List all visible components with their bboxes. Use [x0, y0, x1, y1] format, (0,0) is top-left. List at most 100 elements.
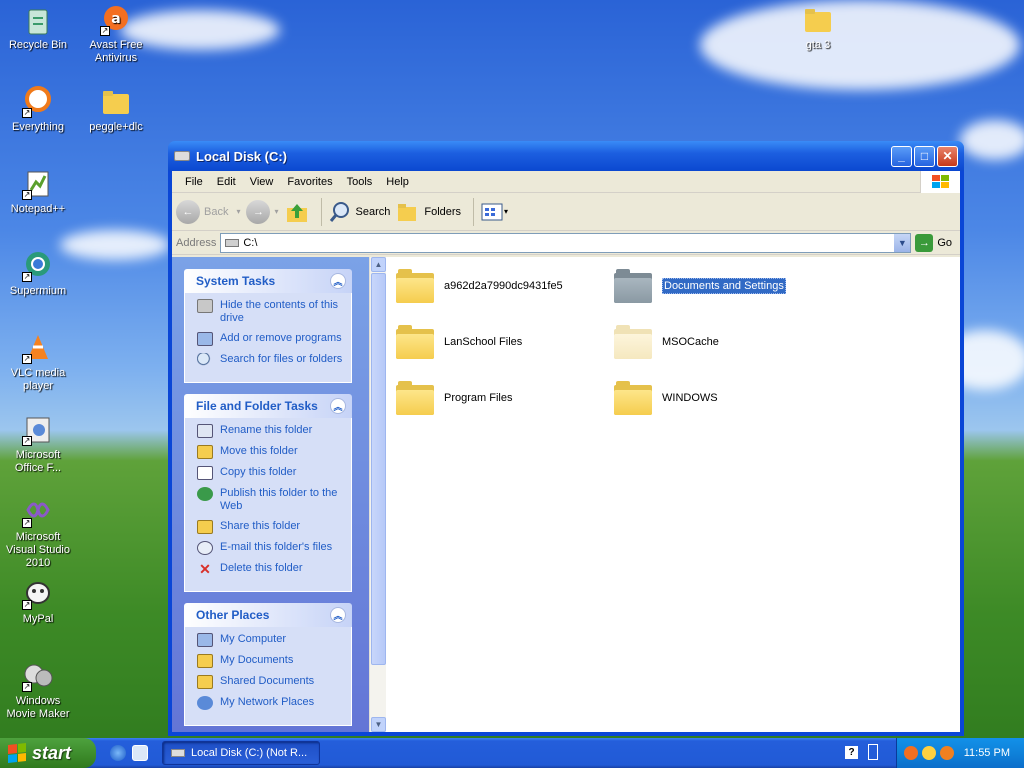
- desktop-icon-visual-studio[interactable]: ↗ Microsoft Visual Studio 2010: [0, 496, 76, 570]
- task-email-files[interactable]: E-mail this folder's files: [197, 541, 343, 555]
- place-my-computer[interactable]: My Computer: [197, 633, 343, 647]
- menu-help[interactable]: Help: [379, 176, 416, 188]
- go-arrow-icon: →: [915, 233, 934, 252]
- task-copy-folder[interactable]: Copy this folder: [197, 466, 343, 480]
- desktop-icon-peggle[interactable]: peggle+dlc: [78, 86, 154, 134]
- task-publish-web[interactable]: Publish this folder to the Web: [197, 487, 343, 513]
- clock[interactable]: 11:55 PM: [964, 747, 1010, 759]
- back-button[interactable]: ← Back ▾: [176, 199, 240, 224]
- collapse-icon[interactable]: ︽: [330, 398, 346, 414]
- everything-icon: ↗: [22, 86, 54, 118]
- folder-icon: [396, 325, 434, 359]
- shortcut-arrow-icon: ↗: [22, 682, 32, 692]
- go-button[interactable]: → Go: [915, 233, 952, 252]
- search-button[interactable]: Search: [328, 200, 390, 224]
- scroll-thumb[interactable]: [371, 273, 386, 665]
- search-icon: [329, 201, 349, 222]
- place-my-documents[interactable]: My Documents: [197, 654, 343, 668]
- office-icon: ↗: [22, 414, 54, 446]
- folder-item[interactable]: WINDOWS: [614, 381, 718, 415]
- supermium-icon: ↗: [22, 250, 54, 282]
- menu-edit[interactable]: Edit: [210, 176, 243, 188]
- task-add-remove-programs[interactable]: Add or remove programs: [197, 332, 343, 346]
- drive-icon: [225, 238, 240, 247]
- sound-tray-icon[interactable]: [921, 746, 936, 760]
- menu-file[interactable]: File: [178, 176, 210, 188]
- scroll-down-icon[interactable]: ▼: [371, 717, 386, 732]
- desktop-icon-mypal[interactable]: ↗ MyPal: [0, 578, 76, 626]
- start-button[interactable]: start: [0, 738, 96, 768]
- folder-item[interactable]: a962d2a7990dc9431fe5: [396, 269, 563, 303]
- folder-item[interactable]: Program Files: [396, 381, 512, 415]
- forward-button[interactable]: → ▾: [246, 199, 279, 224]
- close-button[interactable]: ✕: [937, 145, 958, 167]
- task-share-folder[interactable]: Share this folder: [197, 520, 343, 534]
- title-bar[interactable]: Local Disk (C:) _ □ ✕: [168, 141, 964, 171]
- desktop-icon-supermium[interactable]: ↗ Supermium: [0, 250, 76, 298]
- menu-favorites[interactable]: Favorites: [280, 176, 339, 188]
- forward-dropdown-icon[interactable]: ▾: [274, 207, 278, 216]
- system-tasks-header[interactable]: System Tasks ︽: [184, 269, 352, 293]
- menu-tools[interactable]: Tools: [340, 176, 380, 188]
- scroll-up-icon[interactable]: ▲: [371, 257, 386, 272]
- desktop-icon-everything[interactable]: ↗ Everything: [0, 86, 76, 134]
- address-input[interactable]: C:\ ▼: [220, 232, 912, 253]
- task-rename-folder[interactable]: Rename this folder: [197, 424, 343, 438]
- address-bar: Address C:\ ▼ → Go: [172, 231, 960, 255]
- collapse-icon[interactable]: ︽: [330, 273, 346, 289]
- other-places-panel: Other Places ︽ My Computer My Documents: [184, 603, 352, 726]
- toolbar-separator: [320, 197, 322, 226]
- place-my-network-places[interactable]: My Network Places: [197, 696, 343, 710]
- internet-explorer-icon[interactable]: [110, 745, 126, 761]
- my-computer-icon: [197, 633, 213, 647]
- share-icon: [197, 520, 213, 534]
- task-search-files[interactable]: Search for files or folders: [197, 353, 343, 367]
- shortcut-arrow-icon: ↗: [22, 272, 32, 282]
- folder-icon: [100, 86, 132, 118]
- network-icon[interactable]: [868, 744, 878, 760]
- file-folder-tasks-header[interactable]: File and Folder Tasks ︽: [184, 394, 352, 418]
- collapse-icon[interactable]: ︽: [330, 607, 346, 623]
- shared-documents-icon: [197, 675, 213, 689]
- search-tray-icon[interactable]: [939, 746, 954, 760]
- avast-tray-icon[interactable]: [903, 746, 918, 760]
- folder-item[interactable]: MSOCache: [614, 325, 719, 359]
- desktop-icon-recycle-bin[interactable]: Recycle Bin: [0, 4, 76, 52]
- folder-item[interactable]: Documents and Settings: [614, 269, 786, 303]
- folder-item[interactable]: LanSchool Files: [396, 325, 522, 359]
- desktop-icon-avast[interactable]: a ↗ Avast Free Antivirus: [78, 4, 154, 65]
- task-delete-folder[interactable]: ✕ Delete this folder: [197, 562, 343, 576]
- vlc-icon: ↗: [22, 332, 54, 364]
- place-shared-documents[interactable]: Shared Documents: [197, 675, 343, 689]
- show-desktop-icon[interactable]: [132, 745, 148, 761]
- shortcut-arrow-icon: ↗: [22, 436, 32, 446]
- address-dropdown-icon[interactable]: ▼: [894, 233, 911, 252]
- views-button[interactable]: ▾: [480, 202, 508, 222]
- help-icon[interactable]: ?: [845, 746, 858, 759]
- maximize-button[interactable]: □: [914, 145, 935, 167]
- desktop-icon-notepadpp[interactable]: ↗ Notepad++: [0, 168, 76, 216]
- other-places-header[interactable]: Other Places ︽: [184, 603, 352, 627]
- folders-button[interactable]: Folders: [396, 200, 461, 224]
- desktop-icon-office[interactable]: ↗ Microsoft Office F...: [0, 414, 76, 475]
- taskbar-task-local-disk[interactable]: Local Disk (C:) (Not R...: [162, 741, 320, 765]
- move-icon: [197, 445, 213, 459]
- folder-icon: [396, 269, 434, 303]
- shortcut-arrow-icon: ↗: [22, 600, 32, 610]
- windows-logo-icon: [920, 171, 960, 193]
- globe-icon: [197, 487, 213, 501]
- task-hide-contents[interactable]: Hide the contents of this drive: [197, 299, 343, 325]
- copy-icon: [197, 466, 213, 480]
- menu-view[interactable]: View: [243, 176, 281, 188]
- system-tasks-panel: System Tasks ︽ Hide the contents of this…: [184, 269, 352, 383]
- back-dropdown-icon[interactable]: ▾: [236, 207, 240, 216]
- task-pane-scrollbar[interactable]: ▲ ▼: [369, 257, 386, 732]
- desktop-icon-movie-maker[interactable]: ↗ Windows Movie Maker: [0, 660, 76, 721]
- views-dropdown-icon: ▾: [504, 207, 509, 216]
- desktop-icon-vlc[interactable]: ↗ VLC media player: [0, 332, 76, 393]
- minimize-button[interactable]: _: [891, 145, 912, 167]
- up-button[interactable]: [285, 200, 309, 224]
- desktop-icon-gta3[interactable]: gta 3: [780, 4, 856, 52]
- task-move-folder[interactable]: Move this folder: [197, 445, 343, 459]
- add-remove-programs-icon: [197, 332, 213, 346]
